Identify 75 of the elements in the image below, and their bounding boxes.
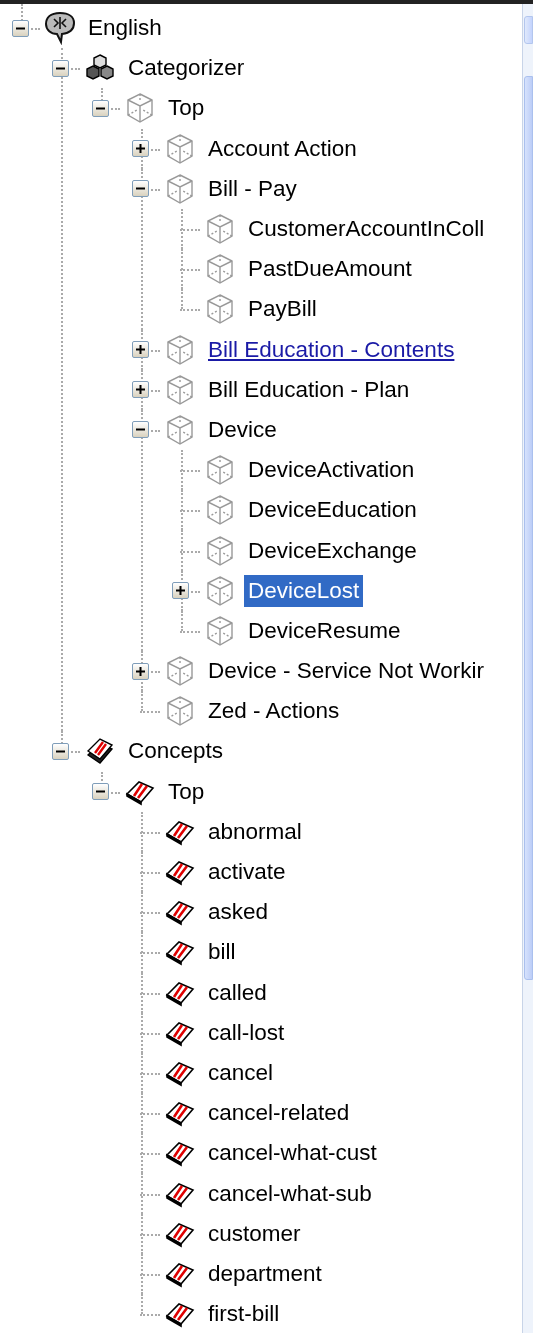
cube-icon <box>205 614 235 647</box>
collapse-button[interactable] <box>51 742 69 760</box>
plus-icon <box>135 385 145 395</box>
tree-item[interactable]: department <box>204 1257 326 1290</box>
tree-item-link[interactable]: Bill Education - Contents <box>204 333 459 366</box>
plus-icon <box>135 666 145 676</box>
tree-item[interactable]: cancel-what-sub <box>204 1177 376 1210</box>
expand-button[interactable] <box>131 140 149 158</box>
tree-item[interactable]: bill <box>204 936 240 969</box>
tree-item[interactable]: Bill - Pay <box>204 172 301 205</box>
tree-item[interactable]: asked <box>204 896 273 929</box>
tree-item[interactable]: cancel-related <box>204 1097 354 1130</box>
tree-item[interactable]: called <box>204 976 271 1009</box>
tree-item[interactable]: Top <box>164 775 209 808</box>
tag-icon <box>164 858 196 887</box>
collapse-button[interactable] <box>11 19 29 37</box>
cube-icon <box>205 213 235 246</box>
expand-button[interactable] <box>131 662 149 680</box>
plus-icon <box>135 345 145 355</box>
tree-item[interactable]: Device <box>204 413 281 446</box>
tag-icon <box>164 1300 196 1329</box>
tree-item[interactable]: Account Action <box>204 132 361 165</box>
cube-icon <box>165 333 195 366</box>
tree-item[interactable]: activate <box>204 856 290 889</box>
tree-item[interactable]: DeviceResume <box>244 614 405 647</box>
tree-item[interactable]: DeviceExchange <box>244 534 421 567</box>
tree-item[interactable]: Device - Service Not Workir <box>204 655 488 688</box>
cube-icon <box>205 574 235 607</box>
speech-bubble-icon <box>44 11 76 46</box>
tree-item[interactable]: DeviceEducation <box>244 494 421 527</box>
tree-item[interactable]: abnormal <box>204 815 306 848</box>
plus-icon <box>175 586 185 596</box>
cube-icon <box>205 454 235 487</box>
collapse-button[interactable] <box>131 421 149 439</box>
cube-icon <box>205 534 235 567</box>
cube-icon <box>205 253 235 286</box>
tree-item[interactable]: Bill Education - Plan <box>204 373 414 406</box>
scrollbar[interactable] <box>522 4 533 1333</box>
tree-item[interactable]: cancel <box>204 1056 278 1089</box>
tree-item[interactable]: customer <box>204 1217 305 1250</box>
tree-item[interactable]: Zed - Actions <box>204 695 344 728</box>
collapse-button[interactable] <box>91 783 109 801</box>
collapse-button[interactable] <box>91 99 109 117</box>
tag-icon <box>164 938 196 967</box>
cube-icon <box>165 172 195 205</box>
tree-item[interactable]: DeviceLost <box>244 574 364 607</box>
tree-item[interactable]: call-lost <box>204 1016 289 1049</box>
tag-icon <box>164 1099 196 1128</box>
cube-icon <box>125 92 155 125</box>
expand-button[interactable] <box>131 341 149 359</box>
collapse-button[interactable] <box>131 180 149 198</box>
tree-item[interactable]: DeviceActivation <box>244 454 419 487</box>
tree-item[interactable]: PastDueAmount <box>244 253 416 286</box>
tag-icon <box>164 1139 196 1168</box>
tag-icon <box>164 898 196 927</box>
tree-item[interactable]: Top <box>164 92 209 125</box>
expand-button[interactable] <box>131 381 149 399</box>
tree-item[interactable]: Concepts <box>124 735 228 768</box>
plus-icon <box>135 144 145 154</box>
tree-item[interactable]: Categorizer <box>124 52 249 85</box>
tree-item[interactable]: PayBill <box>244 293 321 326</box>
scrollbar-thumb[interactable] <box>524 76 533 980</box>
tree-item[interactable]: cancel-what-cust <box>204 1137 381 1170</box>
cube-icon <box>165 655 195 688</box>
tree-item[interactable]: first-bill <box>204 1298 284 1331</box>
expand-button[interactable] <box>171 582 189 600</box>
cube-icon <box>165 373 195 406</box>
cube-icon <box>205 494 235 527</box>
cube-icon <box>205 293 235 326</box>
cube-icon <box>165 413 195 446</box>
cube-icon <box>165 695 195 728</box>
tree-item[interactable]: CustomerAccountInColl <box>244 213 489 246</box>
collapse-button[interactable] <box>51 59 69 77</box>
cube-icon <box>165 132 195 165</box>
tree-item[interactable]: English <box>84 12 166 45</box>
